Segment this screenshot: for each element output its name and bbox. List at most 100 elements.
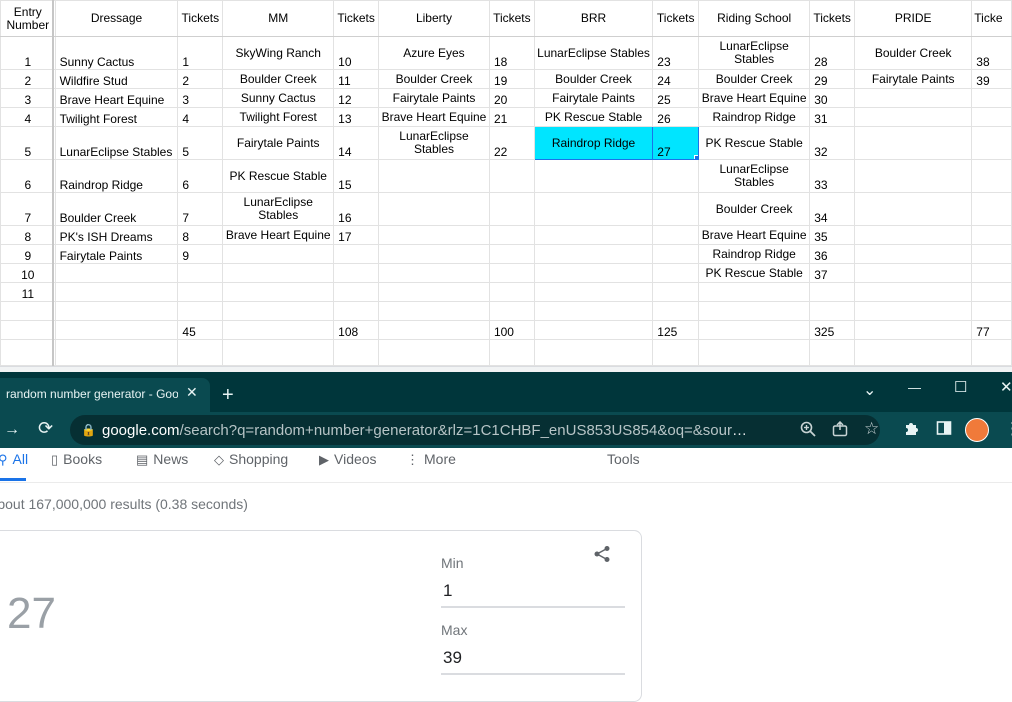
table-cell[interactable]: 32 (809, 126, 856, 160)
table-cell[interactable]: 33 (809, 159, 856, 193)
table-cell[interactable]: 36 (809, 244, 856, 264)
table-cell[interactable]: 3 (177, 88, 224, 108)
table-cell[interactable]: 24 (652, 69, 700, 89)
table-cell[interactable]: 34 (809, 192, 856, 226)
table-cell[interactable]: Brave Heart Equine (698, 225, 811, 245)
table-cell[interactable] (177, 263, 224, 283)
table-cell[interactable]: 4 (0, 107, 56, 127)
table-cell[interactable] (652, 244, 700, 264)
header-cell[interactable]: BRR (533, 0, 654, 37)
table-cell[interactable]: 10 (333, 36, 380, 70)
header-cell[interactable]: Dressage (54, 0, 179, 37)
table-cell[interactable]: Fairytale Paints (533, 88, 654, 108)
table-cell[interactable]: PK Rescue Stable (698, 263, 811, 283)
table-cell[interactable]: 100 (488, 320, 535, 340)
table-cell[interactable] (222, 301, 335, 321)
header-cell[interactable]: Riding School (698, 0, 811, 37)
table-cell[interactable] (652, 263, 700, 283)
table-cell[interactable] (488, 192, 535, 226)
browser-tab[interactable]: random number generator - Google Search … (0, 378, 210, 412)
table-cell[interactable]: Raindrop Ridge (533, 126, 654, 160)
table-cell[interactable]: 25 (652, 88, 700, 108)
table-cell[interactable]: 108 (333, 320, 380, 340)
table-cell[interactable]: 8 (177, 225, 224, 245)
table-cell[interactable]: Boulder Creek (854, 36, 973, 70)
header-cell[interactable]: Tickets (177, 0, 224, 37)
table-cell[interactable]: LunarEclipse Stables (222, 192, 335, 226)
table-cell[interactable]: LunarEclipse Stables (698, 36, 811, 70)
header-cell[interactable]: Tickets (809, 0, 856, 37)
table-cell[interactable] (854, 107, 973, 127)
bookmark-star-icon[interactable]: ☆ (864, 419, 879, 439)
table-cell[interactable]: 5 (0, 126, 56, 160)
table-cell[interactable]: 2 (0, 69, 56, 89)
table-cell[interactable]: 21 (488, 107, 535, 127)
table-cell[interactable]: PK's ISH Dreams (54, 225, 179, 245)
table-cell[interactable]: 35 (809, 225, 856, 245)
url-text[interactable]: google.com/search?q=random+number+genera… (102, 422, 752, 439)
table-cell[interactable]: Twilight Forest (54, 107, 179, 127)
table-cell[interactable]: 31 (809, 107, 856, 127)
table-cell[interactable] (854, 339, 973, 366)
table-cell[interactable]: 15 (333, 159, 380, 193)
table-cell[interactable]: Raindrop Ridge (54, 159, 179, 193)
header-cell[interactable]: MM (222, 0, 335, 37)
table-cell[interactable] (971, 225, 1012, 245)
table-cell[interactable] (177, 282, 224, 302)
header-cell[interactable]: Tickets (333, 0, 380, 37)
table-cell[interactable] (854, 282, 973, 302)
table-cell[interactable]: 18 (488, 36, 535, 70)
table-cell[interactable]: 7 (0, 192, 56, 226)
table-cell[interactable]: Brave Heart Equine (222, 225, 335, 245)
table-cell[interactable] (488, 339, 535, 366)
table-cell[interactable] (698, 282, 811, 302)
table-cell[interactable] (378, 320, 490, 340)
maximize-icon[interactable]: ☐ (954, 378, 967, 396)
table-cell[interactable] (488, 282, 535, 302)
table-cell[interactable] (0, 320, 56, 340)
table-cell[interactable] (533, 192, 654, 226)
table-cell[interactable]: 39 (971, 69, 1012, 89)
table-cell[interactable] (54, 282, 179, 302)
table-cell[interactable]: Raindrop Ridge (698, 244, 811, 264)
table-cell[interactable] (177, 339, 224, 366)
table-cell[interactable]: 3 (0, 88, 56, 108)
table-cell[interactable] (854, 88, 973, 108)
address-bar[interactable]: 🔒 google.com/search?q=random+number+gene… (70, 415, 880, 445)
table-cell[interactable] (378, 339, 490, 366)
header-cell[interactable]: Ticke (971, 0, 1012, 37)
table-cell[interactable]: Fairytale Paints (378, 88, 490, 108)
table-cell[interactable] (378, 192, 490, 226)
table-cell[interactable] (698, 301, 811, 321)
table-cell[interactable]: 1 (0, 36, 56, 70)
table-cell[interactable]: LunarEclipse Stables (54, 126, 179, 160)
table-cell[interactable]: Boulder Creek (698, 69, 811, 89)
min-input[interactable]: 1 (443, 581, 452, 601)
share-page-icon[interactable] (832, 420, 848, 441)
table-cell[interactable]: Fairytale Paints (854, 69, 973, 89)
close-tab-icon[interactable]: ✕ (186, 384, 198, 401)
table-cell[interactable]: Brave Heart Equine (378, 107, 490, 127)
table-cell[interactable]: LunarEclipse Stables (378, 126, 490, 160)
table-cell[interactable]: PK Rescue Stable (698, 126, 811, 160)
table-cell[interactable] (809, 282, 856, 302)
table-cell[interactable] (854, 225, 973, 245)
table-cell[interactable] (854, 192, 973, 226)
table-cell[interactable] (533, 339, 654, 366)
table-cell[interactable]: 325 (809, 320, 856, 340)
table-cell[interactable] (854, 159, 973, 193)
table-cell[interactable] (854, 244, 973, 264)
reload-icon[interactable]: ⟳ (38, 418, 53, 439)
tab-more[interactable]: ⋮ More (406, 451, 456, 468)
table-cell[interactable] (971, 301, 1012, 321)
table-cell[interactable]: Wildfire Stud (54, 69, 179, 89)
table-cell[interactable]: LunarEclipse Stables (533, 36, 654, 70)
table-cell[interactable] (54, 263, 179, 283)
table-cell[interactable]: SkyWing Ranch (222, 36, 335, 70)
table-cell[interactable]: 2 (177, 69, 224, 89)
table-cell[interactable]: Boulder Creek (533, 69, 654, 89)
header-cell[interactable]: Tickets (652, 0, 700, 37)
table-cell[interactable]: 13 (333, 107, 380, 127)
table-cell[interactable] (533, 320, 654, 340)
table-cell[interactable]: Fairytale Paints (54, 244, 179, 264)
